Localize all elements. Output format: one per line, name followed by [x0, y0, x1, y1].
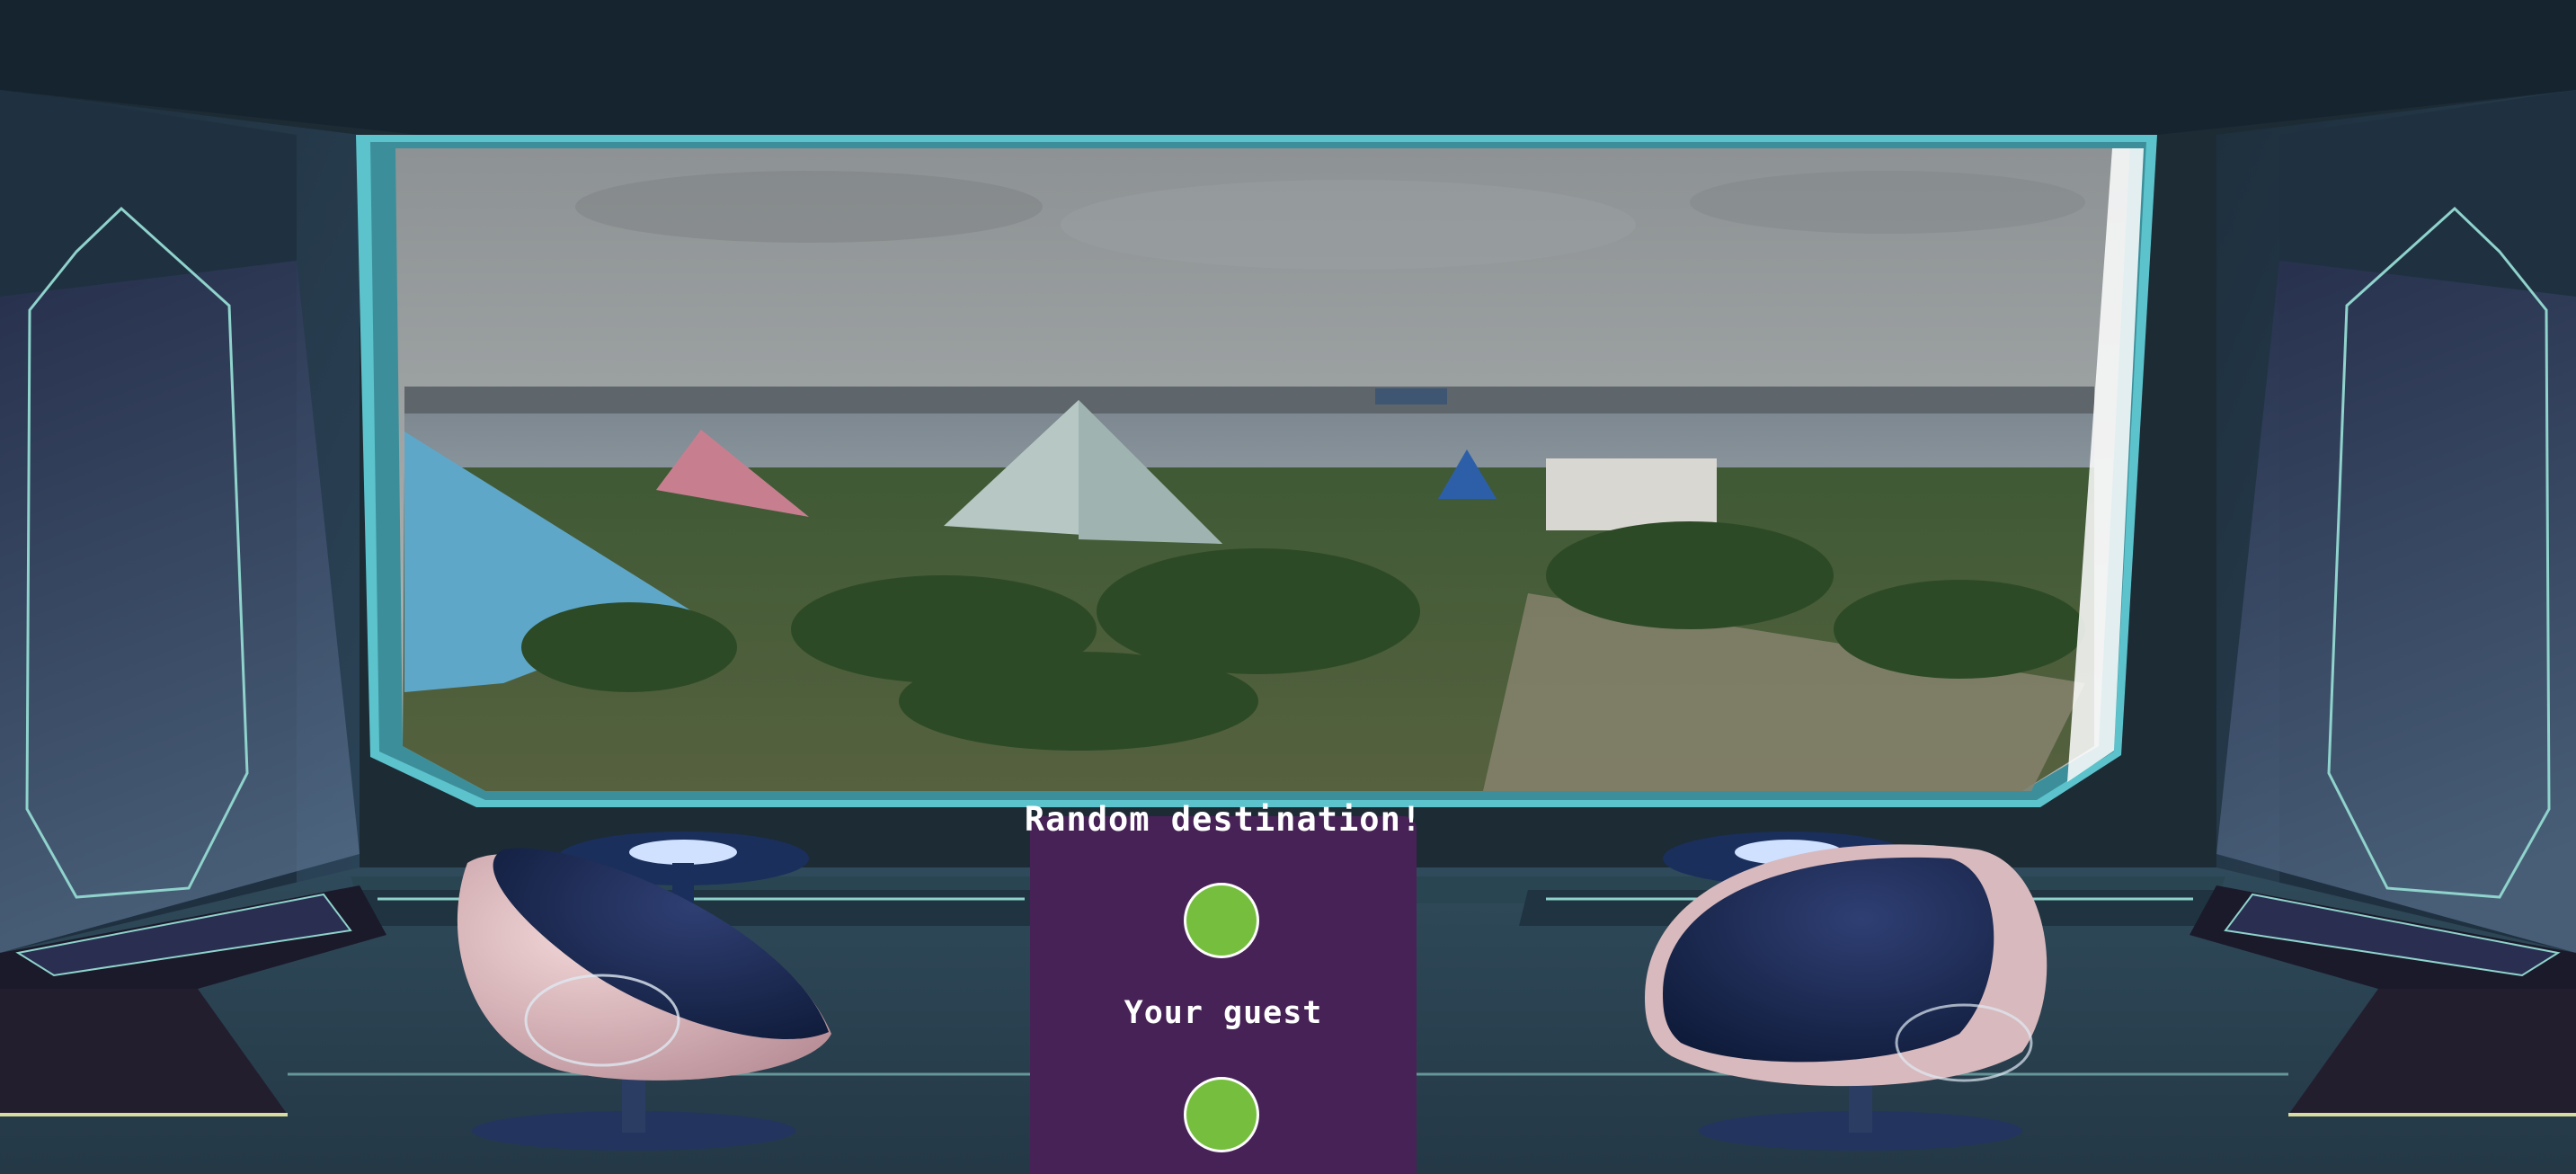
destination-indicator-button[interactable] — [1184, 883, 1259, 958]
random-destination-title: Random destination! — [1024, 800, 1423, 839]
window-landscape — [395, 148, 2130, 791]
guest-indicator-button[interactable] — [1184, 1077, 1259, 1152]
guest-label: Your guest — [1124, 995, 1323, 1031]
spaceship-cockpit-scene: Random destination! Your guest — [0, 0, 2576, 1174]
